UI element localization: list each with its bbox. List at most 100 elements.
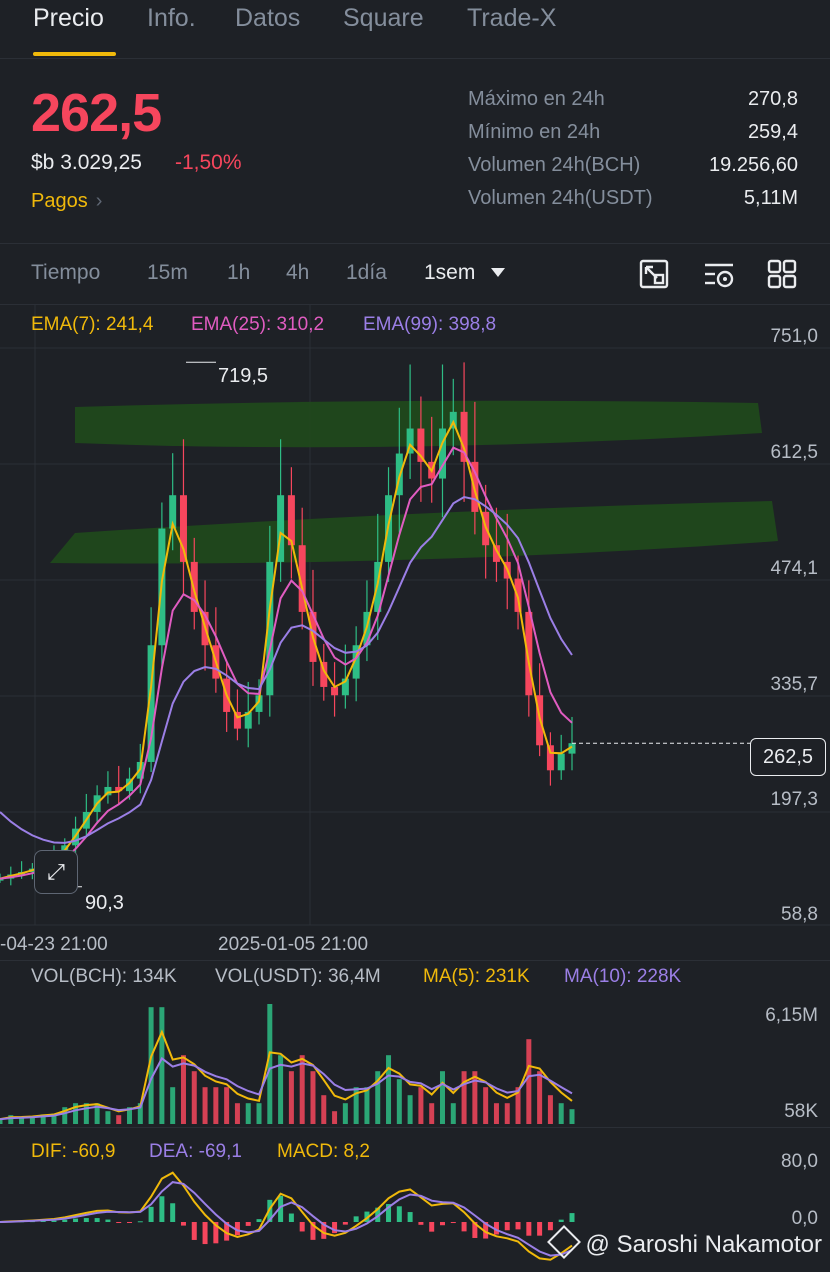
macd-histogram-bar <box>515 1222 521 1230</box>
macd-histogram-bar <box>245 1222 251 1226</box>
current-price-tag: 262,5 <box>750 738 826 776</box>
stat-volume-base-value: 19.256,60 <box>709 154 798 176</box>
macd-histogram-bar <box>342 1222 348 1225</box>
volume-bar <box>396 1079 402 1124</box>
stat-low-label: Mínimo en 24h <box>468 121 601 143</box>
macd-histogram-bar <box>537 1222 543 1236</box>
binance-logo-icon <box>546 1225 581 1259</box>
volume-bar <box>256 1103 262 1124</box>
macd-histogram-bar <box>256 1219 262 1222</box>
timeframe-4h[interactable]: 4h <box>286 261 309 285</box>
macd-histogram-bar <box>202 1222 208 1245</box>
macd-histogram-bar <box>191 1222 197 1240</box>
macd-histogram-bar <box>332 1222 338 1234</box>
macd-histogram-bar <box>299 1222 305 1232</box>
stat-high-value: 270,8 <box>747 88 798 110</box>
watermark: @ Saroshi Nakamotor <box>546 1225 822 1259</box>
volume-bar <box>213 1087 219 1124</box>
volume-bar <box>332 1111 338 1124</box>
volume-bar <box>407 1095 413 1124</box>
macd-histogram-bar <box>288 1213 294 1222</box>
ema7-legend: EMA(7): 241,4 <box>31 314 154 335</box>
volume-bar <box>202 1087 208 1124</box>
chevron-down-icon[interactable] <box>491 268 505 277</box>
timeframe-1dia[interactable]: 1día <box>346 261 387 285</box>
ema25-legend: EMA(25): 310,2 <box>191 314 325 335</box>
tab-trade-x[interactable]: Trade-X <box>467 4 556 33</box>
volume-bar <box>180 1055 186 1124</box>
low-marker-label: 90,3 <box>85 892 124 914</box>
macd-histogram-bar <box>148 1206 154 1222</box>
timeframe-label[interactable]: Tiempo <box>31 261 100 285</box>
tab-square[interactable]: Square <box>343 4 424 33</box>
volume-bar <box>245 1103 251 1124</box>
volume-ma5-legend: MA(5): 231K <box>423 966 530 987</box>
candle-body <box>331 686 339 696</box>
macd-histogram-bar <box>353 1216 359 1222</box>
candlestick-chart[interactable] <box>0 305 830 960</box>
volume-bar <box>321 1095 327 1124</box>
stat-volume-base-label: Volumen 24h(BCH) <box>468 154 641 176</box>
macd-histogram-bar <box>461 1222 467 1232</box>
stat-volume-quote-value: 5,11M <box>743 187 798 209</box>
volume-ma10-legend: MA(10): 228K <box>564 966 682 987</box>
timeframe-1sem[interactable]: 1sem <box>424 261 475 285</box>
fullscreen-expand-icon[interactable]: ⤢ <box>34 850 78 894</box>
stat-volume-quote-label: Volumen 24h(USDT) <box>468 187 653 209</box>
macd-histogram-bar <box>418 1222 424 1225</box>
tab-precio[interactable]: Precio <box>33 4 104 33</box>
macd-histogram-bar <box>569 1213 575 1222</box>
macd-histogram-bar <box>504 1222 510 1231</box>
macd-dif-line <box>0 1171 573 1261</box>
volume-bar <box>483 1087 489 1124</box>
top-tab-bar: Precio Info. Datos Square Trade-X <box>0 0 830 59</box>
volume-bar <box>418 1087 424 1124</box>
volume-bar <box>386 1055 392 1124</box>
macd-axis-label: 0,0 <box>791 1208 818 1229</box>
macd-histogram-bar <box>127 1222 133 1223</box>
macd-histogram-bar <box>558 1219 564 1222</box>
macd-histogram-bar <box>137 1221 143 1223</box>
tab-info[interactable]: Info. <box>147 4 196 33</box>
volume-bar <box>105 1111 111 1124</box>
volume-bar <box>472 1071 478 1124</box>
volume-bar <box>558 1103 564 1124</box>
macd-histogram-bar <box>94 1218 100 1222</box>
grid-layout-icon[interactable] <box>766 258 798 290</box>
macd-histogram-bar <box>407 1212 413 1222</box>
volume-bar <box>461 1071 467 1124</box>
volume-bar <box>310 1071 316 1124</box>
chart-type-icon[interactable] <box>638 258 670 290</box>
volume-bar <box>170 1087 176 1124</box>
macd-histogram-bar <box>116 1222 122 1223</box>
price-change-percent: -1,50% <box>175 151 242 174</box>
candle-body <box>287 495 295 546</box>
macd-histogram-bar <box>526 1222 532 1236</box>
payments-link-label: Pagos <box>31 190 88 212</box>
volume-bar <box>569 1109 575 1124</box>
macd-histogram-bar <box>547 1222 553 1231</box>
volume-bar <box>439 1071 445 1124</box>
volume-bar <box>224 1087 230 1124</box>
payments-link[interactable]: Pagos › <box>31 190 102 213</box>
macd-histogram-bar <box>83 1218 89 1222</box>
timeframe-1h[interactable]: 1h <box>227 261 250 285</box>
macd-histogram-bar <box>450 1222 456 1224</box>
price-axis-label: 474,1 <box>770 558 818 579</box>
time-axis-label: 2025-01-05 21:00 <box>218 934 369 955</box>
active-tab-indicator <box>33 52 116 56</box>
volume-axis-label: 6,15M <box>765 1005 818 1026</box>
indicator-settings-icon[interactable] <box>703 258 735 290</box>
macd-histogram-bar <box>180 1222 186 1226</box>
macd-histogram-bar <box>105 1219 111 1222</box>
timeframe-15m[interactable]: 15m <box>147 261 188 285</box>
stat-low-value: 259,4 <box>747 121 798 143</box>
candle-body <box>546 745 554 771</box>
macd-axis-label: 80,0 <box>781 1151 818 1172</box>
volume-bar <box>342 1103 348 1124</box>
macd-value-legend: MACD: 8,2 <box>277 1141 370 1162</box>
volume-bar <box>191 1071 197 1124</box>
volume-bar <box>299 1055 305 1124</box>
price-axis-label: 612,5 <box>770 442 818 463</box>
tab-datos[interactable]: Datos <box>235 4 300 33</box>
